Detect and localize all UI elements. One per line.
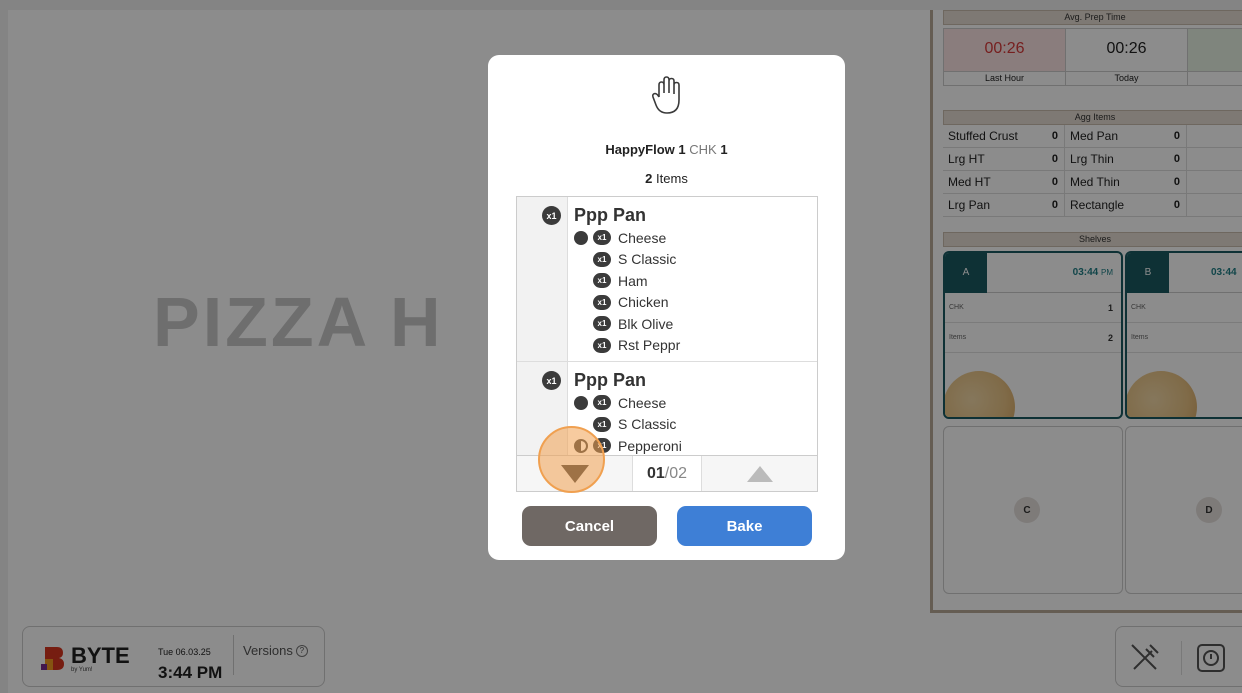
item-qty-badge: x1	[542, 371, 561, 390]
list-item: x1 Ppp Pan x1 Cheese x1 S Classic x1 Ham x1…	[517, 197, 817, 362]
topping-row: x1 Cheese	[574, 227, 817, 249]
topping-row: x1 Ham	[574, 270, 817, 292]
cancel-button[interactable]: Cancel	[522, 506, 657, 546]
list-pager: 01/02	[517, 455, 817, 491]
bake-confirm-dialog: HappyFlow 1 CHK 1 2 Items x1 Ppp Pan x1 C…	[488, 55, 845, 560]
arrow-down-icon	[560, 464, 589, 483]
topping-row: x1 Chicken	[574, 292, 817, 314]
list-item: x1 Ppp Pan x1 Cheese x1 S Classic x1 Pepper…	[517, 362, 817, 462]
item-qty-badge: x1	[542, 206, 561, 225]
full-coverage-icon	[574, 395, 588, 410]
item-count: 2 Items	[645, 171, 688, 186]
item-name: Ppp Pan	[574, 205, 647, 225]
order-items-list[interactable]: x1 Ppp Pan x1 Cheese x1 S Classic x1 Ham x1…	[516, 196, 818, 492]
order-title: HappyFlow 1 CHK 1	[605, 142, 728, 157]
page-up-button[interactable]	[702, 456, 817, 491]
arrow-up-icon	[746, 465, 773, 482]
topping-row: x1 S Classic	[574, 414, 817, 436]
page-down-button[interactable]	[517, 456, 632, 491]
topping-row: x1 Pepperoni	[574, 435, 817, 457]
item-name: Ppp Pan	[574, 370, 647, 390]
full-coverage-icon	[574, 230, 588, 245]
topping-row: x1 Blk Olive	[574, 313, 817, 335]
hand-stop-icon	[651, 76, 680, 114]
topping-row: x1 Cheese	[574, 392, 817, 414]
topping-row: x1 S Classic	[574, 249, 817, 271]
topping-row: x1 Rst Peppr	[574, 335, 817, 357]
page-indicator: 01/02	[632, 456, 702, 491]
bake-button[interactable]: Bake	[677, 506, 812, 546]
half-coverage-icon	[574, 438, 588, 453]
